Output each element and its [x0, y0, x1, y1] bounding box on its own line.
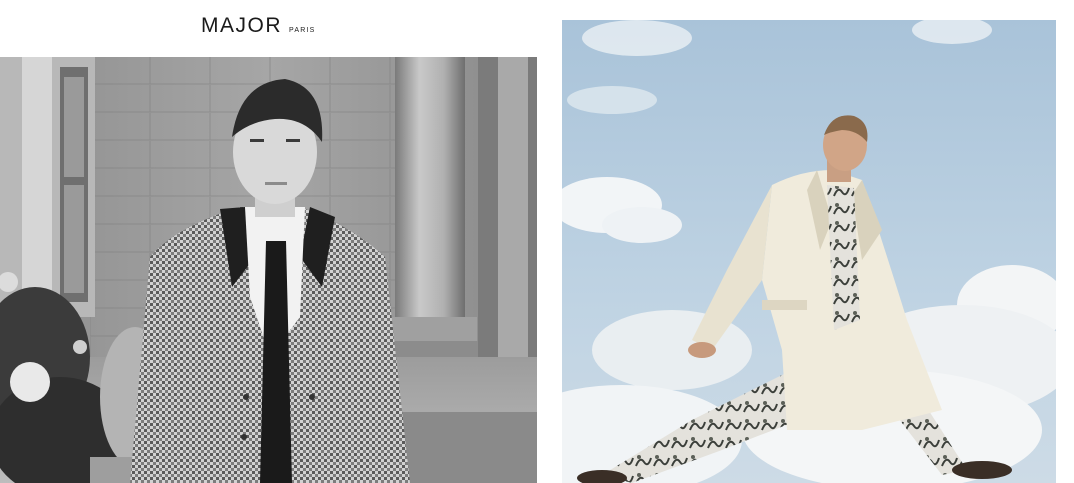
photo-color-leap — [562, 20, 1056, 483]
brand-name: MAJOR — [201, 14, 282, 37]
photo-bw-portrait — [0, 57, 537, 483]
brand-location: PARIS — [289, 27, 316, 34]
brand-logo: MAJOR PARIS — [201, 14, 316, 38]
